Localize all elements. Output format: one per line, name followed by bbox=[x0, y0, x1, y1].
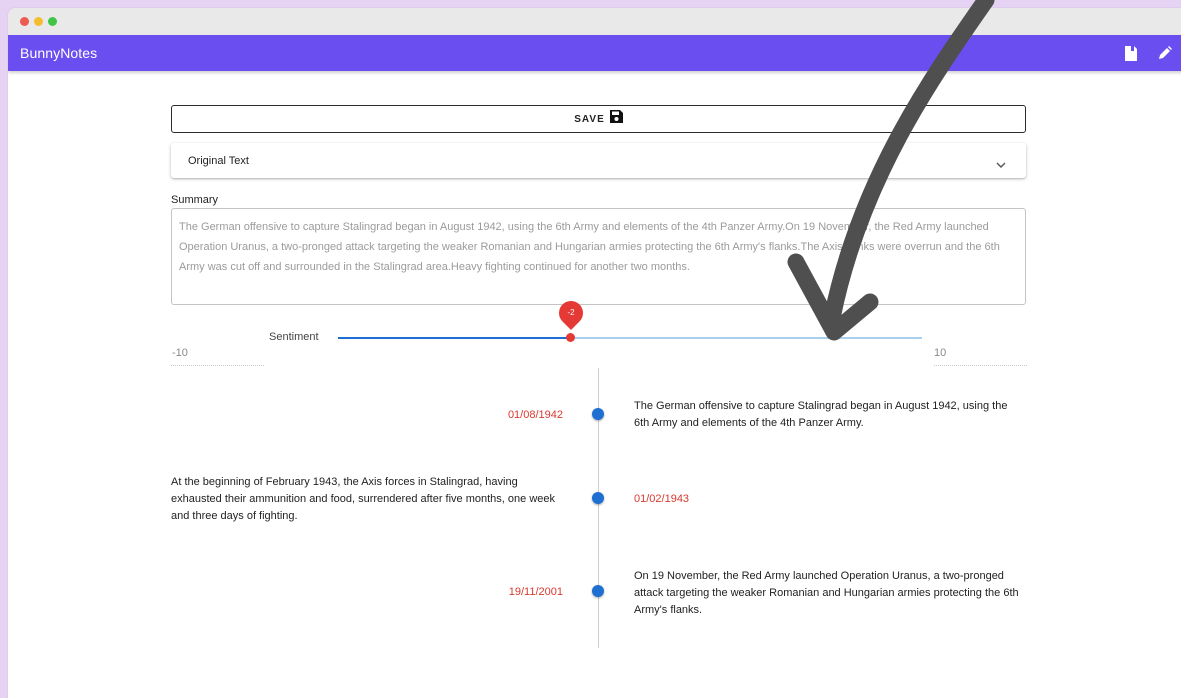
sentiment-slider-track[interactable] bbox=[338, 337, 571, 339]
timeline-text: On 19 November, the Red Army launched Op… bbox=[634, 570, 1019, 616]
summary-label: Summary bbox=[171, 194, 219, 206]
sentiment-min-label: -10 bbox=[172, 347, 188, 359]
original-text-accordion[interactable]: Original Text bbox=[171, 143, 1026, 178]
summary-text: The German offensive to capture Stalingr… bbox=[179, 221, 1000, 273]
summary-textarea[interactable]: The German offensive to capture Stalingr… bbox=[171, 208, 1026, 305]
chevron-down-icon bbox=[996, 155, 1006, 173]
sentiment-value-label: -2 bbox=[567, 308, 575, 317]
timeline-dot bbox=[592, 585, 604, 597]
app-title: BunnyNotes bbox=[20, 45, 98, 61]
divider bbox=[934, 365, 1027, 366]
timeline-date: 01/02/1943 bbox=[634, 493, 690, 505]
save-button-label: SAVE bbox=[574, 113, 605, 125]
timeline-dot bbox=[592, 408, 604, 420]
app-bar: BunnyNotes bbox=[8, 35, 1181, 71]
app-window: BunnyNotes SAVE Original Text Summary Th… bbox=[8, 8, 1181, 698]
floppy-disk-icon bbox=[609, 110, 623, 128]
close-window-button[interactable] bbox=[20, 17, 29, 26]
sentiment-label: Sentiment bbox=[269, 331, 319, 343]
minimize-window-button[interactable] bbox=[34, 17, 43, 26]
pencil-icon[interactable] bbox=[1155, 43, 1175, 63]
notebook-icon[interactable] bbox=[1121, 43, 1141, 63]
save-button[interactable]: SAVE bbox=[171, 105, 1026, 133]
sentiment-max-label: 10 bbox=[934, 347, 947, 359]
accordion-label: Original Text bbox=[188, 155, 249, 167]
maximize-window-button[interactable] bbox=[48, 17, 57, 26]
divider bbox=[171, 365, 264, 366]
timeline-text: The German offensive to capture Stalingr… bbox=[634, 400, 1008, 429]
window-titlebar bbox=[8, 8, 1181, 35]
timeline-text: At the beginning of February 1943, the A… bbox=[171, 476, 556, 522]
timeline-date: 19/11/2001 bbox=[508, 586, 563, 598]
sentiment-slider-thumb[interactable] bbox=[566, 333, 575, 342]
timeline-date: 01/08/1942 bbox=[507, 409, 563, 421]
timeline-dot bbox=[592, 492, 604, 504]
